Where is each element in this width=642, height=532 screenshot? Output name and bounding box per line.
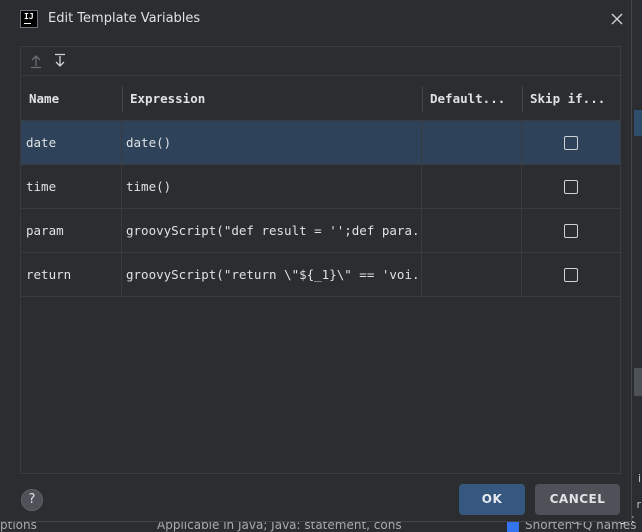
cell-expression[interactable]: groovyScript("def result = '';def para..… <box>121 209 421 253</box>
background-right-band <box>634 368 642 396</box>
cell-expression[interactable]: time() <box>121 165 421 209</box>
cell-expression[interactable]: date() <box>121 121 421 165</box>
cell-name[interactable]: param <box>21 209 121 253</box>
table-toolbar <box>21 47 620 76</box>
variables-table: Name Expression Default... Skip if... da… <box>21 77 620 297</box>
dialog-titlebar: IJ Edit Template Variables <box>0 0 632 38</box>
skip-if-defined-checkbox[interactable] <box>564 136 578 150</box>
table-row[interactable]: param groovyScript("def result = '';def … <box>21 209 620 253</box>
help-button[interactable]: ? <box>21 489 43 511</box>
table-header: Name Expression Default... Skip if... <box>21 77 620 121</box>
cell-name[interactable]: date <box>21 121 121 165</box>
intellij-logo-icon: IJ <box>20 10 38 28</box>
cell-default[interactable] <box>421 209 521 253</box>
background-right-panel: i r <box>632 0 642 532</box>
edit-template-variables-dialog: IJ Edit Template Variables Name Expressi… <box>0 0 632 522</box>
column-header-skip[interactable]: Skip if... <box>522 77 620 121</box>
arrow-down-icon[interactable] <box>51 52 69 70</box>
background-bottom-text: ptions <box>0 522 37 532</box>
skip-if-defined-checkbox[interactable] <box>564 224 578 238</box>
cell-default[interactable] <box>421 121 521 165</box>
cell-name[interactable]: time <box>21 165 121 209</box>
dialog-title: Edit Template Variables <box>48 11 201 26</box>
column-header-default[interactable]: Default... <box>422 77 522 121</box>
variables-panel: Name Expression Default... Skip if... da… <box>20 46 621 474</box>
background-right-item: i <box>637 472 641 485</box>
skip-if-defined-checkbox[interactable] <box>564 268 578 282</box>
cell-default[interactable] <box>421 253 521 297</box>
close-icon[interactable] <box>604 6 630 32</box>
background-right-selection <box>634 110 642 136</box>
column-header-name[interactable]: Name <box>21 77 121 121</box>
cell-expression[interactable]: groovyScript("return \"${_1}\" == 'voi..… <box>121 253 421 297</box>
table-row[interactable]: return groovyScript("return \"${_1}\" ==… <box>21 253 620 297</box>
background-right-item: r <box>636 498 641 511</box>
column-header-expression[interactable]: Expression <box>122 77 422 121</box>
cell-name[interactable]: return <box>21 253 121 297</box>
cancel-button[interactable]: CANCEL <box>535 484 620 515</box>
table-row[interactable]: date date() <box>21 121 620 165</box>
background-bottom-text: Applicable in Java; Java: statement, con… <box>157 522 402 532</box>
skip-if-defined-checkbox[interactable] <box>564 180 578 194</box>
ok-button[interactable]: OK <box>459 484 525 515</box>
table-row[interactable]: time time() <box>21 165 620 209</box>
arrow-up-icon[interactable] <box>27 52 45 70</box>
cell-default[interactable] <box>421 165 521 209</box>
background-checkbox <box>507 521 519 532</box>
app-logo-text: IJ <box>24 12 34 21</box>
